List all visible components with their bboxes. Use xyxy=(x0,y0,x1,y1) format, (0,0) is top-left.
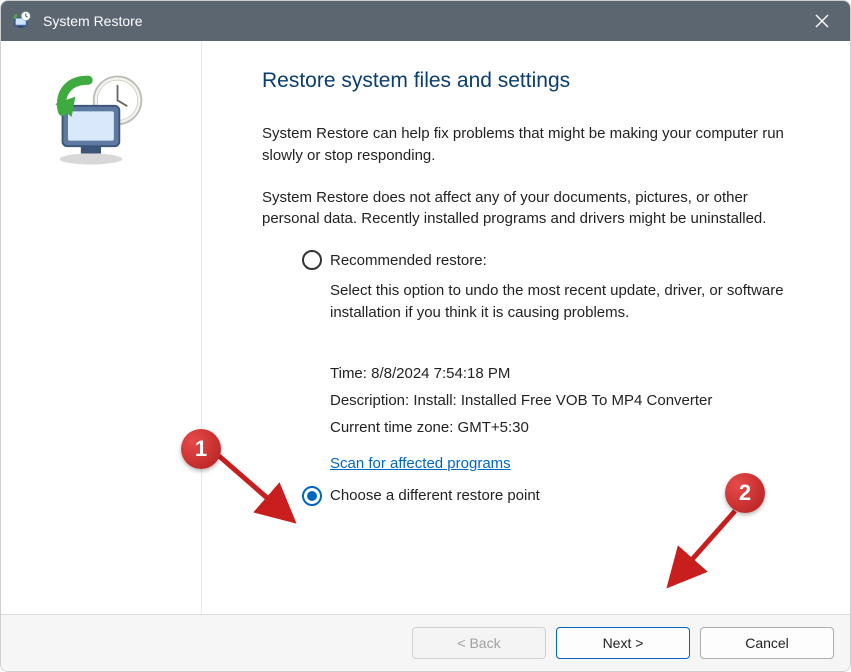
intro-paragraph-1: System Restore can help fix problems tha… xyxy=(262,123,790,167)
restore-point-info: Time: 8/8/2024 7:54:18 PM Description: I… xyxy=(330,360,790,441)
back-button: < Back xyxy=(412,627,546,659)
restore-time: Time: 8/8/2024 7:54:18 PM xyxy=(330,360,790,387)
close-button[interactable] xyxy=(800,1,844,41)
recommended-restore-label: Recommended restore: xyxy=(330,252,487,269)
options-block: Recommended restore: Select this option … xyxy=(302,250,790,506)
radio-unselected-icon xyxy=(302,250,322,270)
system-restore-icon xyxy=(11,10,33,32)
system-restore-window: System Restore xyxy=(0,0,851,672)
window-title: System Restore xyxy=(43,13,800,29)
restore-illustration-icon xyxy=(46,71,156,614)
next-button[interactable]: Next > xyxy=(556,627,690,659)
wizard-footer: < Back Next > Cancel xyxy=(1,614,850,671)
choose-different-label: Choose a different restore point xyxy=(330,487,540,504)
restore-timezone: Current time zone: GMT+5:30 xyxy=(330,414,790,441)
close-icon xyxy=(815,14,829,28)
wizard-body: Restore system files and settings System… xyxy=(1,41,850,614)
recommended-restore-option[interactable]: Recommended restore: xyxy=(302,250,790,270)
sidebar xyxy=(1,41,202,614)
content: Restore system files and settings System… xyxy=(202,41,850,614)
titlebar: System Restore xyxy=(1,1,850,41)
intro-paragraph-2: System Restore does not affect any of yo… xyxy=(262,187,790,231)
restore-description: Description: Install: Installed Free VOB… xyxy=(330,387,790,414)
radio-selected-icon xyxy=(302,486,322,506)
choose-different-option[interactable]: Choose a different restore point xyxy=(302,486,790,506)
scan-affected-programs-link[interactable]: Scan for affected programs xyxy=(330,455,511,472)
cancel-button[interactable]: Cancel xyxy=(700,627,834,659)
recommended-restore-desc: Select this option to undo the most rece… xyxy=(330,280,790,324)
page-heading: Restore system files and settings xyxy=(262,69,790,93)
